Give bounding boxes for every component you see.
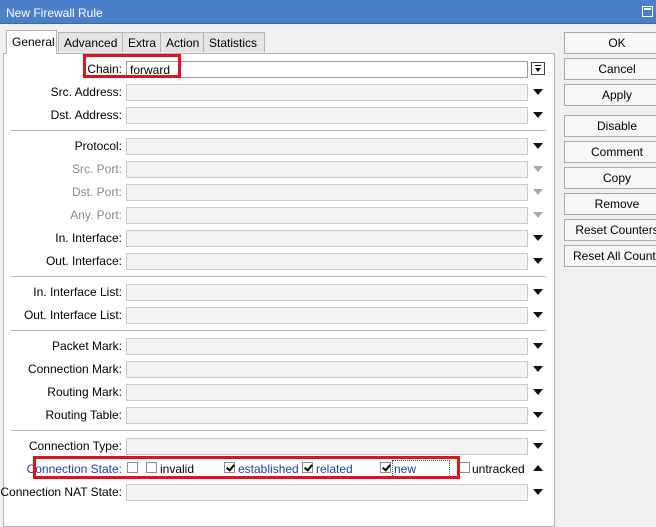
- maximize-icon[interactable]: [642, 6, 653, 17]
- connection-nat-state-label: Connection NAT State:: [0, 485, 122, 499]
- reset-all-counters-button-label: Reset All Counters: [573, 249, 656, 263]
- cancel-button-label: Cancel: [598, 62, 636, 76]
- apply-button[interactable]: Apply: [564, 84, 656, 106]
- connection-type-dropdown-icon[interactable]: [533, 443, 543, 449]
- section-divider: [11, 276, 546, 277]
- tab-general[interactable]: General: [6, 30, 57, 54]
- src-address-field[interactable]: [126, 84, 528, 101]
- in-interface-field[interactable]: [126, 230, 528, 247]
- connection-state-collapse-icon[interactable]: [533, 465, 543, 471]
- dst-address-label: Dst. Address:: [50, 108, 122, 122]
- copy-button-label: Copy: [602, 171, 631, 185]
- connection-nat-state-field[interactable]: [126, 484, 528, 501]
- window-title: New Firewall Rule: [6, 6, 103, 20]
- protocol-dropdown-icon[interactable]: [533, 143, 543, 149]
- in-interface-list-field[interactable]: [126, 284, 528, 301]
- src-port-field: [126, 161, 528, 178]
- out-interface-list-field[interactable]: [126, 307, 528, 324]
- connection-mark-field[interactable]: [126, 361, 528, 378]
- any-port-label: Any. Port:: [70, 208, 122, 222]
- connection-type-field[interactable]: [126, 438, 528, 455]
- section-divider: [11, 130, 546, 131]
- section-divider: [11, 430, 546, 431]
- in-interface-label: In. Interface:: [55, 231, 122, 245]
- out-interface-label: Out. Interface:: [45, 254, 122, 268]
- chain-field[interactable]: forward: [126, 61, 528, 78]
- comment-button-label: Comment: [590, 145, 643, 159]
- tab-statistics[interactable]: Statistics: [203, 32, 265, 52]
- dst-address-dropdown-icon[interactable]: [533, 112, 543, 118]
- ok-button[interactable]: OK: [564, 32, 656, 54]
- connection-nat-state-dropdown-icon[interactable]: [533, 489, 543, 495]
- cancel-button[interactable]: Cancel: [564, 58, 656, 80]
- dst-port-field: [126, 184, 528, 201]
- any-port-field: [126, 207, 528, 224]
- dst-address-field[interactable]: [126, 107, 528, 124]
- out-interface-field[interactable]: [126, 253, 528, 270]
- untracked-label[interactable]: untracked: [472, 462, 525, 476]
- protocol-label: Protocol:: [74, 139, 122, 153]
- src-address-label: Src. Address:: [50, 85, 122, 99]
- packet-mark-dropdown-icon[interactable]: [533, 343, 543, 349]
- protocol-field[interactable]: [126, 138, 528, 155]
- packet-mark-field[interactable]: [126, 338, 528, 355]
- in-interface-list-label: In. Interface List:: [33, 285, 122, 299]
- window-titlebar[interactable]: New Firewall Rule: [0, 0, 656, 24]
- in-interface-dropdown-icon[interactable]: [533, 235, 543, 241]
- dst-port-dropdown-icon: [533, 189, 543, 195]
- disable-button-label: Disable: [596, 119, 638, 133]
- routing-mark-dropdown-icon[interactable]: [533, 389, 543, 395]
- routing-table-field[interactable]: [126, 407, 528, 424]
- routing-table-label: Routing Table:: [45, 408, 123, 422]
- connection-mark-label: Connection Mark:: [27, 362, 122, 376]
- chain-highlight-box: [83, 54, 181, 78]
- src-address-dropdown-icon[interactable]: [533, 89, 543, 95]
- routing-table-dropdown-icon[interactable]: [533, 412, 543, 418]
- any-port-dropdown-icon: [533, 212, 543, 218]
- out-interface-list-label: Out. Interface List:: [23, 308, 122, 322]
- reset-all-counters-button[interactable]: Reset All Counters: [564, 245, 656, 267]
- remove-button[interactable]: Remove: [564, 193, 656, 215]
- disable-button[interactable]: Disable: [564, 115, 656, 137]
- connection-mark-dropdown-icon[interactable]: [533, 366, 543, 372]
- src-port-dropdown-icon: [533, 166, 543, 172]
- chain-dropdown-icon[interactable]: [531, 62, 545, 75]
- in-interface-list-dropdown-icon[interactable]: [533, 289, 543, 295]
- connection-type-label: Connection Type:: [28, 439, 122, 453]
- remove-button-label: Remove: [594, 197, 640, 211]
- src-port-label: Src. Port:: [71, 162, 122, 176]
- apply-button-label: Apply: [601, 88, 633, 102]
- out-interface-list-dropdown-icon[interactable]: [533, 312, 543, 318]
- reset-counters-button[interactable]: Reset Counters: [564, 219, 656, 241]
- tab-action[interactable]: Action: [160, 32, 205, 52]
- copy-button[interactable]: Copy: [564, 167, 656, 189]
- tab-extra[interactable]: Extra: [122, 32, 162, 52]
- connection-state-highlight-box: [33, 456, 460, 479]
- out-interface-dropdown-icon[interactable]: [533, 258, 543, 264]
- routing-mark-label: Routing Mark:: [47, 385, 122, 399]
- section-divider: [11, 330, 546, 331]
- packet-mark-label: Packet Mark:: [51, 339, 122, 353]
- comment-button[interactable]: Comment: [564, 141, 656, 163]
- ok-button-label: OK: [608, 36, 626, 50]
- dst-port-label: Dst. Port:: [71, 185, 122, 199]
- reset-counters-button-label: Reset Counters: [575, 223, 656, 237]
- routing-mark-field[interactable]: [126, 384, 528, 401]
- untracked-checkbox[interactable]: [459, 462, 470, 473]
- tab-advanced[interactable]: Advanced: [58, 32, 125, 52]
